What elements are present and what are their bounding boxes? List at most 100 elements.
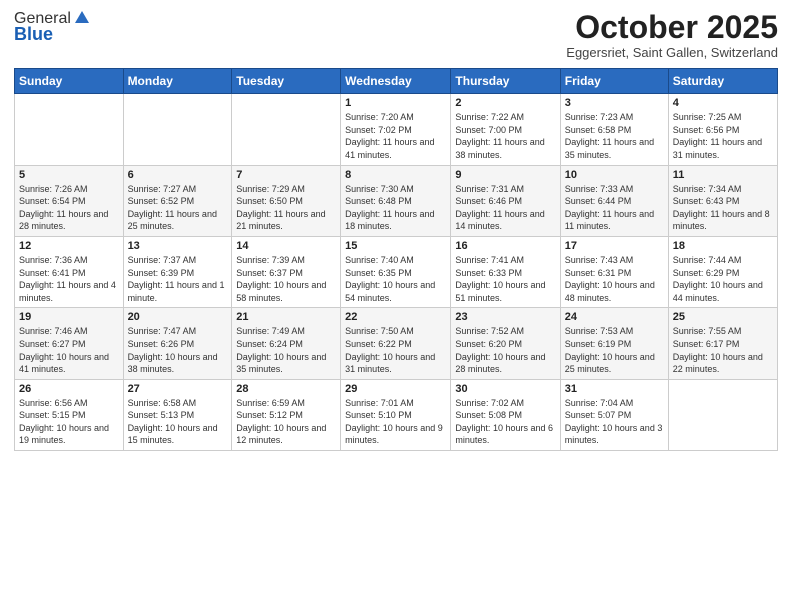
day-info: Sunrise: 7:49 AMSunset: 6:24 PMDaylight:… [236,325,336,375]
day-info: Sunrise: 7:43 AMSunset: 6:31 PMDaylight:… [565,254,664,304]
day-info: Sunrise: 7:02 AMSunset: 5:08 PMDaylight:… [455,397,555,447]
day-info: Sunrise: 7:50 AMSunset: 6:22 PMDaylight:… [345,325,446,375]
day-number: 28 [236,383,336,395]
calendar-cell: 16 Sunrise: 7:41 AMSunset: 6:33 PMDayligh… [451,236,560,307]
calendar-cell: 25Sunrise: 7:55 AMSunset: 6:17 PMDayligh… [668,308,777,379]
day-info: Sunrise: 7:40 AMSunset: 6:35 PMDaylight:… [345,254,446,304]
calendar-cell: 23 Sunrise: 7:52 AMSunset: 6:20 PMDayligh… [451,308,560,379]
day-number: 14 [236,240,336,252]
calendar-cell: 1 Sunrise: 7:20 AMSunset: 7:02 PMDaylight… [341,94,451,165]
day-info: Sunrise: 6:59 AMSunset: 5:12 PMDaylight:… [236,397,336,447]
day-number: 8 [345,169,446,181]
calendar-cell: 12Sunrise: 7:36 AMSunset: 6:41 PMDayligh… [15,236,124,307]
day-info: Sunrise: 7:37 AMSunset: 6:39 PMDaylight:… [128,254,228,304]
day-number: 18 [673,240,773,252]
day-number: 11 [673,169,773,181]
header: General Blue October 2025 Eggersriet, Sa… [14,10,778,60]
day-number: 24 [565,311,664,323]
day-info: Sunrise: 7:55 AMSunset: 6:17 PMDaylight:… [673,325,773,375]
calendar-cell: 5 Sunrise: 7:26 AMSunset: 6:54 PMDaylight… [15,165,124,236]
calendar-table: SundayMondayTuesdayWednesdayThursdayFrid… [14,68,778,451]
weekday-header-saturday: Saturday [668,69,777,94]
day-info: Sunrise: 7:30 AMSunset: 6:48 PMDaylight:… [345,183,446,233]
day-number: 27 [128,383,228,395]
day-number: 29 [345,383,446,395]
logo-icon [73,9,91,27]
calendar-cell: 13Sunrise: 7:37 AMSunset: 6:39 PMDayligh… [123,236,232,307]
day-info: Sunrise: 7:29 AMSunset: 6:50 PMDaylight:… [236,183,336,233]
calendar-cell [123,94,232,165]
day-number: 4 [673,97,773,109]
calendar-cell: 6Sunrise: 7:27 AMSunset: 6:52 PMDaylight… [123,165,232,236]
day-info: Sunrise: 7:52 AMSunset: 6:20 PMDaylight:… [455,325,555,375]
title-area: October 2025 Eggersriet, Saint Gallen, S… [566,10,778,60]
day-number: 1 [345,97,446,109]
calendar-cell: 8 Sunrise: 7:30 AMSunset: 6:48 PMDaylight… [341,165,451,236]
weekday-header-sunday: Sunday [15,69,124,94]
day-number: 9 [455,169,555,181]
calendar-cell: 7 Sunrise: 7:29 AMSunset: 6:50 PMDaylight… [232,165,341,236]
calendar-cell: 22 Sunrise: 7:50 AMSunset: 6:22 PMDayligh… [341,308,451,379]
day-info: Sunrise: 7:01 AMSunset: 5:10 PMDaylight:… [345,397,446,447]
calendar-cell: 21 Sunrise: 7:49 AMSunset: 6:24 PMDayligh… [232,308,341,379]
month-title: October 2025 [566,10,778,45]
day-number: 10 [565,169,664,181]
calendar-cell [232,94,341,165]
day-info: Sunrise: 7:33 AMSunset: 6:44 PMDaylight:… [565,183,664,233]
day-number: 3 [565,97,664,109]
calendar-cell: 3 Sunrise: 7:23 AMSunset: 6:58 PMDaylight… [560,94,668,165]
day-number: 19 [19,311,119,323]
day-info: Sunrise: 6:56 AMSunset: 5:15 PMDaylight:… [19,397,119,447]
calendar-cell: 29 Sunrise: 7:01 AMSunset: 5:10 PMDayligh… [341,379,451,450]
weekday-header-friday: Friday [560,69,668,94]
day-number: 31 [565,383,664,395]
calendar-cell: 2 Sunrise: 7:22 AMSunset: 7:00 PMDaylight… [451,94,560,165]
day-number: 26 [19,383,119,395]
day-info: Sunrise: 6:58 AMSunset: 5:13 PMDaylight:… [128,397,228,447]
week-row-1: 1 Sunrise: 7:20 AMSunset: 7:02 PMDaylight… [15,94,778,165]
day-info: Sunrise: 7:39 AMSunset: 6:37 PMDaylight:… [236,254,336,304]
day-number: 5 [19,169,119,181]
logo-blue-text: Blue [14,24,53,45]
day-info: Sunrise: 7:20 AMSunset: 7:02 PMDaylight:… [345,111,446,161]
weekday-header-monday: Monday [123,69,232,94]
calendar-cell: 24 Sunrise: 7:53 AMSunset: 6:19 PMDayligh… [560,308,668,379]
day-number: 2 [455,97,555,109]
day-info: Sunrise: 7:53 AMSunset: 6:19 PMDaylight:… [565,325,664,375]
weekday-header-tuesday: Tuesday [232,69,341,94]
calendar-cell: 30 Sunrise: 7:02 AMSunset: 5:08 PMDayligh… [451,379,560,450]
calendar-cell: 17Sunrise: 7:43 AMSunset: 6:31 PMDayligh… [560,236,668,307]
day-number: 23 [455,311,555,323]
day-info: Sunrise: 7:27 AMSunset: 6:52 PMDaylight:… [128,183,228,233]
calendar-cell: 26 Sunrise: 6:56 AMSunset: 5:15 PMDayligh… [15,379,124,450]
day-number: 20 [128,311,228,323]
week-row-2: 5 Sunrise: 7:26 AMSunset: 6:54 PMDaylight… [15,165,778,236]
week-row-4: 19 Sunrise: 7:46 AMSunset: 6:27 PMDayligh… [15,308,778,379]
day-number: 15 [345,240,446,252]
day-number: 16 [455,240,555,252]
day-info: Sunrise: 7:22 AMSunset: 7:00 PMDaylight:… [455,111,555,161]
day-info: Sunrise: 7:23 AMSunset: 6:58 PMDaylight:… [565,111,664,161]
day-number: 12 [19,240,119,252]
day-number: 30 [455,383,555,395]
day-info: Sunrise: 7:46 AMSunset: 6:27 PMDaylight:… [19,325,119,375]
calendar-cell: 19 Sunrise: 7:46 AMSunset: 6:27 PMDayligh… [15,308,124,379]
day-number: 21 [236,311,336,323]
calendar-cell [668,379,777,450]
day-info: Sunrise: 7:26 AMSunset: 6:54 PMDaylight:… [19,183,119,233]
calendar-cell: 9 Sunrise: 7:31 AMSunset: 6:46 PMDaylight… [451,165,560,236]
week-row-5: 26 Sunrise: 6:56 AMSunset: 5:15 PMDayligh… [15,379,778,450]
location-title: Eggersriet, Saint Gallen, Switzerland [566,45,778,60]
calendar-cell: 15 Sunrise: 7:40 AMSunset: 6:35 PMDayligh… [341,236,451,307]
day-number: 7 [236,169,336,181]
day-info: Sunrise: 7:25 AMSunset: 6:56 PMDaylight:… [673,111,773,161]
day-info: Sunrise: 7:04 AMSunset: 5:07 PMDaylight:… [565,397,664,447]
calendar-cell: 14 Sunrise: 7:39 AMSunset: 6:37 PMDayligh… [232,236,341,307]
calendar-cell: 28 Sunrise: 6:59 AMSunset: 5:12 PMDayligh… [232,379,341,450]
day-info: Sunrise: 7:41 AMSunset: 6:33 PMDaylight:… [455,254,555,304]
day-info: Sunrise: 7:31 AMSunset: 6:46 PMDaylight:… [455,183,555,233]
day-number: 22 [345,311,446,323]
calendar-page: General Blue October 2025 Eggersriet, Sa… [0,0,792,612]
calendar-cell: 18 Sunrise: 7:44 AMSunset: 6:29 PMDayligh… [668,236,777,307]
day-info: Sunrise: 7:44 AMSunset: 6:29 PMDaylight:… [673,254,773,304]
